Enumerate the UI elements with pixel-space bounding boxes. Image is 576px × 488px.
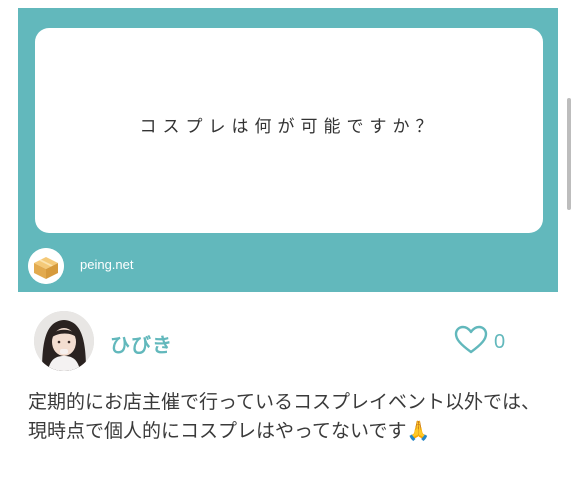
like-count: 0 — [494, 330, 506, 353]
brand-name[interactable]: peing.net — [80, 257, 134, 272]
avatar[interactable] — [34, 311, 94, 371]
question-box: コスプレは何が可能ですか？ — [35, 28, 543, 233]
question-text: コスプレは何が可能ですか？ — [139, 117, 439, 137]
page: コスプレは何が可能ですか？ peing.net ひびき 0 定期的にお店主催で行… — [0, 0, 576, 488]
answer-text: 定期的にお店主催で行っているコスプレイベント以外では、現時点で個人的にコスプレは… — [28, 391, 541, 442]
question-card: コスプレは何が可能ですか？ peing.net — [18, 8, 558, 292]
like-button[interactable]: 0 — [454, 325, 505, 359]
heart-icon — [454, 325, 488, 359]
box-icon — [28, 248, 64, 284]
scrollbar[interactable] — [567, 98, 571, 210]
username[interactable]: ひびき — [110, 329, 173, 358]
